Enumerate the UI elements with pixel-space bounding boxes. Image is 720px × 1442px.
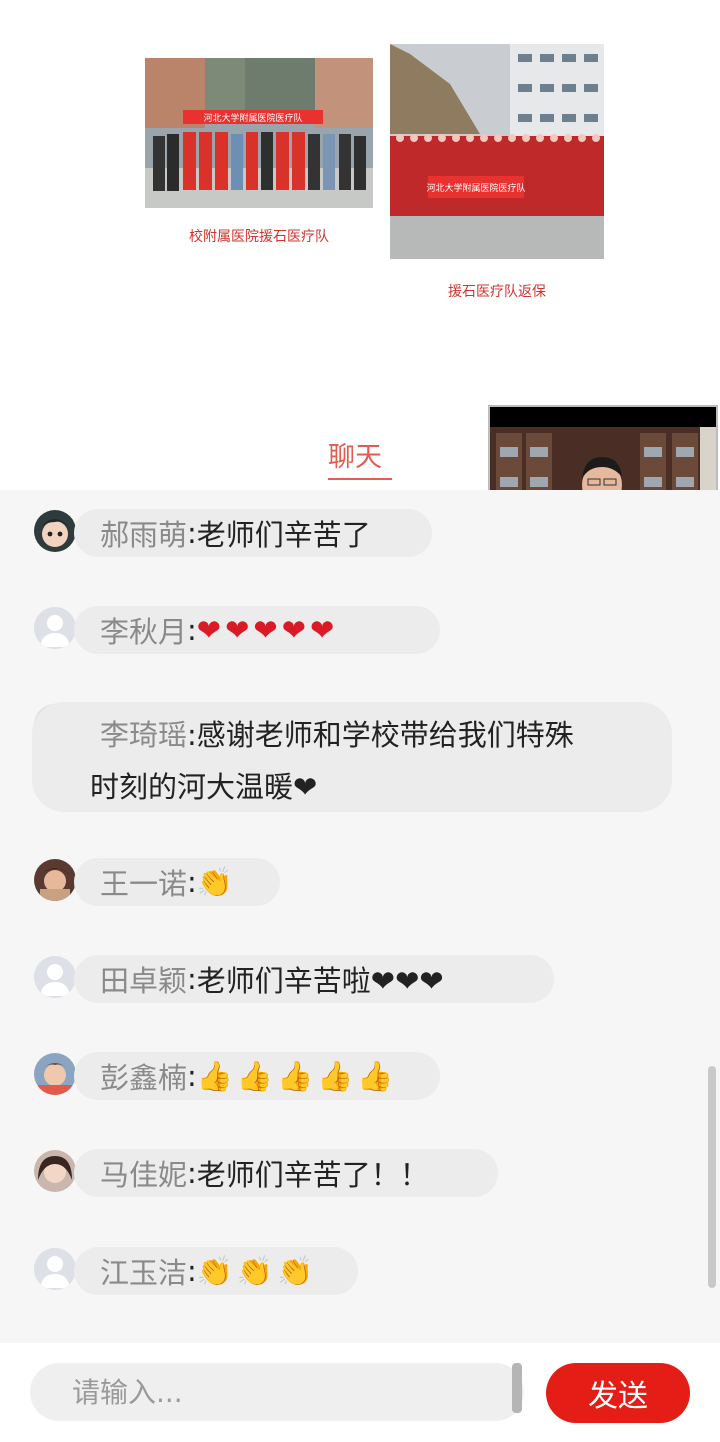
clap-emoji-group: 👏👏👏	[196, 1253, 318, 1288]
message-username: 王一诺	[100, 867, 188, 901]
message-bubble: 马佳妮: 老师们辛苦了！！	[74, 1149, 498, 1197]
message-username: 彭鑫楠	[100, 1061, 188, 1095]
message-colon: :	[187, 1059, 197, 1093]
message-text: 老师们辛苦啦❤❤❤	[196, 964, 444, 998]
message-text: 感谢老师和学校带给我们特殊	[196, 718, 574, 752]
heart-emoji-group: ❤❤❤❤❤	[196, 613, 339, 647]
message-text-continued: 时刻的河大温暖❤	[90, 770, 318, 804]
avatar[interactable]	[34, 1248, 76, 1290]
chat-message-list[interactable]: 郝雨萌: 老师们辛苦了 李秋月: ❤❤❤❤❤ 李琦瑶:感谢老师和学校带给我们特殊 时…	[0, 490, 720, 1343]
message-username: 马佳妮	[100, 1158, 188, 1192]
default-avatar-icon	[34, 607, 76, 649]
message-bubble: 彭鑫楠: 👍👍👍👍👍	[74, 1052, 440, 1100]
avatar[interactable]	[34, 607, 76, 649]
avatar[interactable]	[34, 956, 76, 998]
message-username: 郝雨萌	[100, 518, 188, 552]
send-button[interactable]: 发送	[546, 1363, 690, 1423]
avatar[interactable]	[34, 1053, 76, 1095]
message-username: 江玉洁	[100, 1256, 188, 1290]
avatar[interactable]	[34, 1150, 76, 1192]
message-colon: :	[187, 1254, 197, 1288]
tab-chat[interactable]: 聊天	[328, 435, 382, 474]
message-colon: :	[187, 865, 197, 899]
photo-caption-2: 援石医疗队返保	[448, 284, 546, 300]
message-bubble: 王一诺: 👏	[74, 858, 280, 906]
message-colon: :	[187, 962, 197, 996]
message-bubble: 江玉洁: 👏👏👏	[74, 1247, 358, 1295]
message-username: 李秋月	[100, 615, 188, 649]
thumbs-up-emoji-group: 👍👍👍👍👍	[196, 1058, 398, 1093]
banner-text-2: 河北大学附属医院医疗队	[426, 182, 525, 194]
message-text: 老师们辛苦了	[196, 518, 371, 552]
message-text: 老师们辛苦了！！	[196, 1158, 429, 1192]
clap-emoji: 👏	[196, 864, 237, 899]
medical-team-photo-2: 河北大学附属医院医疗队	[390, 44, 604, 259]
message-colon: :	[187, 718, 197, 752]
chat-scrollbar[interactable]	[708, 1066, 716, 1288]
medical-team-photo-1: 河北大学附属医院医疗队	[145, 58, 373, 208]
avatar[interactable]	[34, 510, 76, 552]
message-bubble: 李秋月: ❤❤❤❤❤	[74, 606, 440, 654]
default-avatar-icon	[34, 1248, 76, 1290]
message-bubble: 李琦瑶:感谢老师和学校带给我们特殊 时刻的河大温暖❤	[32, 702, 672, 812]
message-username: 李琦瑶	[100, 718, 188, 752]
message-input[interactable]	[30, 1363, 524, 1421]
photo-caption-1: 校附属医院援石医疗队	[189, 229, 329, 245]
tab-chat-underline	[328, 478, 392, 480]
message-bubble: 郝雨萌: 老师们辛苦了	[74, 509, 432, 557]
message-colon: :	[187, 1156, 197, 1190]
message-colon: :	[187, 516, 197, 550]
avatar[interactable]	[34, 859, 76, 901]
default-avatar-icon	[34, 956, 76, 998]
message-username: 田卓颖	[100, 964, 188, 998]
message-colon: :	[187, 613, 197, 647]
input-resize-handle[interactable]	[512, 1363, 522, 1413]
message-bubble: 田卓颖: 老师们辛苦啦❤❤❤	[74, 955, 554, 1003]
banner-text-1: 河北大学附属医院医疗队	[203, 112, 302, 124]
